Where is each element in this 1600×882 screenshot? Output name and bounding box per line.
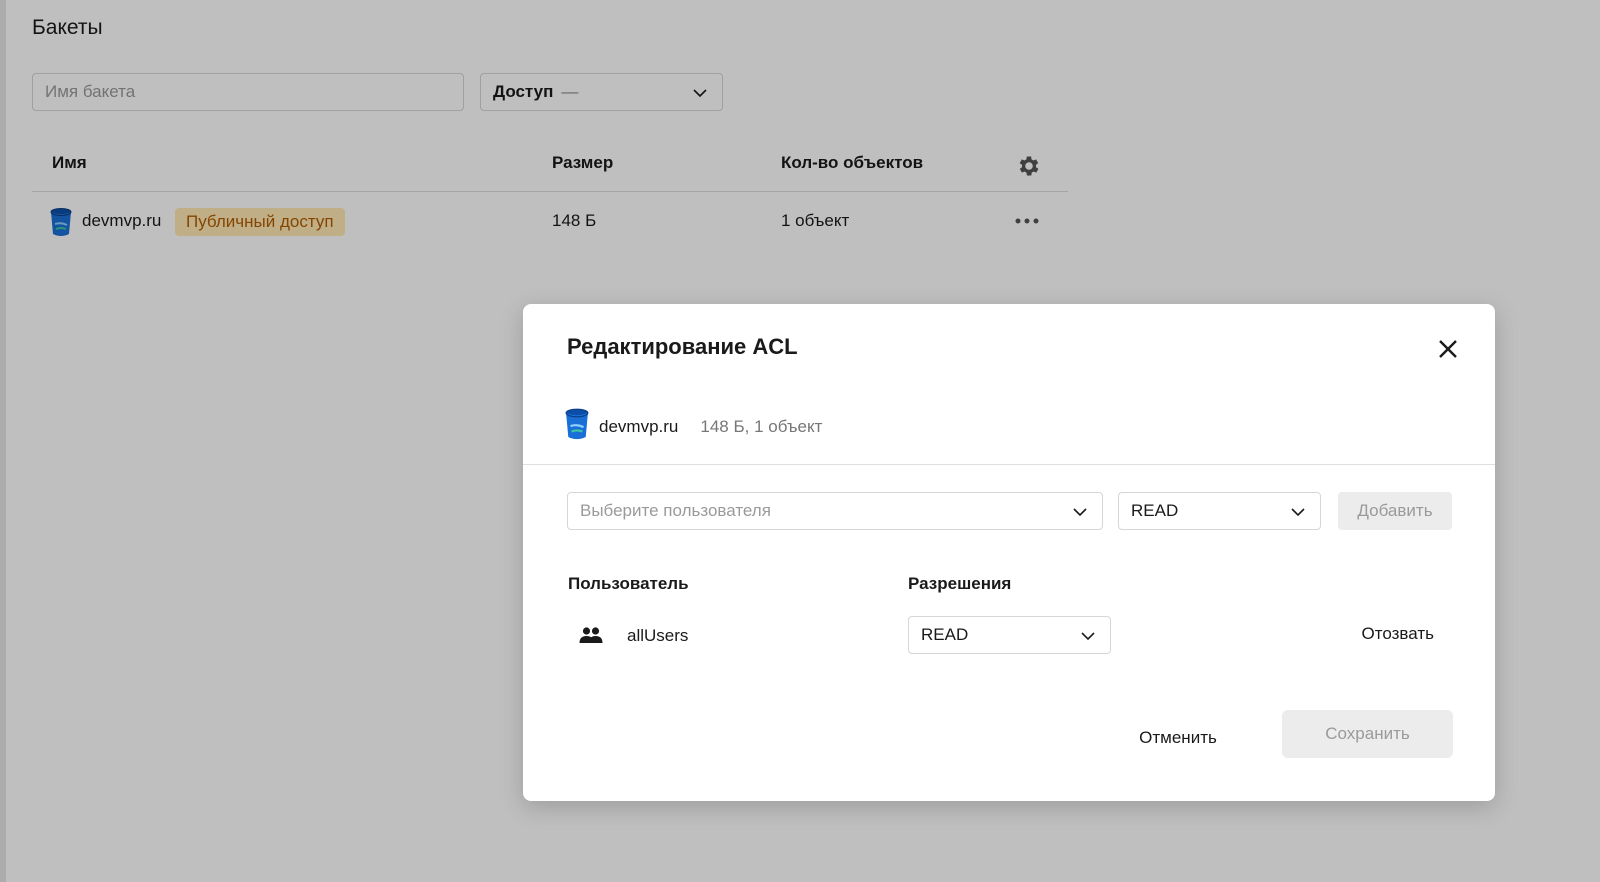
revoke-button[interactable]: Отозвать <box>1362 624 1434 644</box>
user-select[interactable]: Выберите пользователя <box>567 492 1103 530</box>
permission-select[interactable]: READ <box>1118 492 1321 530</box>
cancel-button[interactable]: Отменить <box>1113 714 1243 762</box>
save-button[interactable]: Сохранить <box>1282 710 1453 758</box>
column-header-user: Пользователь <box>568 574 689 593</box>
close-icon[interactable] <box>1435 336 1461 362</box>
edit-acl-dialog: Редактирование ACL devmvp.ru 148 Б, 1 об… <box>523 304 1495 801</box>
acl-user-name: allUsers <box>627 626 689 645</box>
users-icon <box>579 626 603 649</box>
chevron-down-icon <box>1290 504 1306 525</box>
add-button[interactable]: Добавить <box>1338 492 1452 530</box>
dialog-title: Редактирование ACL <box>567 334 798 359</box>
acl-permission-value: READ <box>921 625 969 644</box>
column-header-permissions: Разрешения <box>908 574 1012 593</box>
acl-row: allUsers READ Отозвать <box>567 616 1452 656</box>
dialog-bucket-name: devmvp.ru <box>599 417 679 436</box>
acl-permission-select[interactable]: READ <box>908 616 1111 654</box>
permission-select-value: READ <box>1131 501 1179 520</box>
dialog-bucket-meta: 148 Б, 1 объект <box>700 417 823 436</box>
bucket-icon <box>565 408 589 447</box>
user-select-placeholder: Выберите пользователя <box>580 501 771 520</box>
divider <box>523 464 1495 465</box>
chevron-down-icon <box>1080 628 1096 649</box>
chevron-down-icon <box>1072 504 1088 525</box>
bucket-info: devmvp.ru 148 Б, 1 объект <box>565 408 823 447</box>
